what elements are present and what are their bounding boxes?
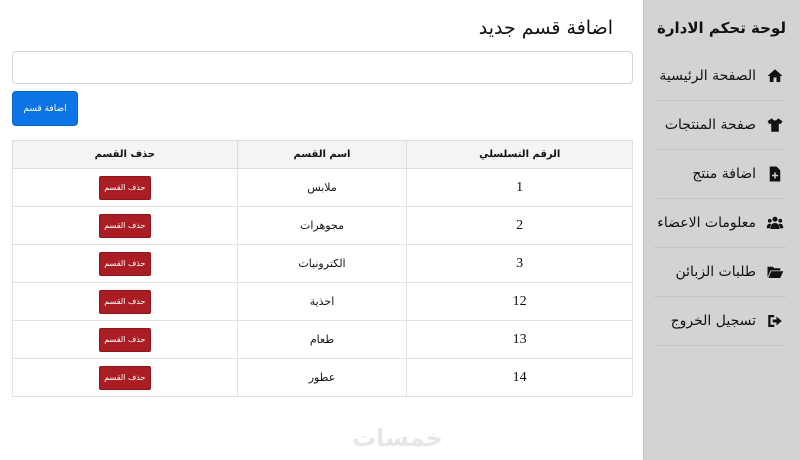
header-number: الرقم التسلسلي: [406, 140, 633, 169]
categories-table: حذف القسم اسم القسم الرقم التسلسلي حذف ا…: [12, 140, 633, 397]
page-title: اضافة قسم جديد: [478, 17, 613, 39]
users-icon: [764, 212, 786, 234]
category-name: ملابس: [236, 168, 408, 207]
delete-cell: حذف القسم: [12, 244, 238, 283]
category-name-input[interactable]: [12, 51, 633, 84]
category-name: الكترونيات: [236, 244, 408, 283]
main-content: اضافة قسم جديد اضافة قسم حذف القسم اسم ا…: [0, 0, 643, 460]
sidebar-item-members[interactable]: معلومات الاعضاء: [654, 199, 786, 248]
delete-category-button[interactable]: حذف القسم: [98, 213, 151, 238]
table-row: حذف القسم مجوهرات 2: [12, 206, 633, 245]
table-row: حذف القسم عطور 14: [12, 358, 633, 397]
sidebar-item-orders[interactable]: طلبات الزبائن: [654, 248, 786, 297]
sidebar-title: لوحة تحكم الادارة: [657, 19, 786, 37]
category-name: عطور: [236, 358, 408, 397]
sidebar-item-label: اضافة منتج: [692, 166, 756, 182]
sidebar-item-label: تسجيل الخروج: [670, 313, 756, 329]
table-header-row: حذف القسم اسم القسم الرقم التسلسلي: [12, 140, 633, 169]
sidebar-item-label: الصفحة الرئيسية: [659, 68, 756, 84]
delete-category-button[interactable]: حذف القسم: [98, 175, 151, 200]
delete-cell: حذف القسم: [12, 320, 238, 359]
category-number: 12: [406, 282, 633, 321]
sidebar-item-products[interactable]: صفحة المنتجات: [654, 101, 786, 150]
file-plus-icon: [764, 163, 786, 185]
category-name: مجوهرات: [236, 206, 408, 245]
category-number: 13: [406, 320, 633, 359]
delete-cell: حذف القسم: [12, 168, 238, 207]
delete-cell: حذف القسم: [12, 282, 238, 321]
category-name: طعام: [236, 320, 408, 359]
sidebar-item-home[interactable]: الصفحة الرئيسية: [654, 52, 786, 101]
table-row: حذف القسم الكترونيات 3: [12, 244, 633, 283]
folder-open-icon: [764, 261, 786, 283]
admin-sidebar: لوحة تحكم الادارة الصفحة الرئيسية صفحة ا…: [643, 0, 800, 460]
sign-out-icon: [764, 310, 786, 332]
delete-category-button[interactable]: حذف القسم: [98, 327, 151, 352]
sidebar-item-label: معلومات الاعضاء: [657, 215, 756, 231]
delete-category-button[interactable]: حذف القسم: [98, 251, 151, 276]
category-name: احذية: [236, 282, 408, 321]
shirt-icon: [764, 114, 786, 136]
delete-category-button[interactable]: حذف القسم: [98, 289, 151, 314]
sidebar-item-label: صفحة المنتجات: [664, 117, 756, 133]
sidebar-item-logout[interactable]: تسجيل الخروج: [654, 297, 786, 346]
sidebar-item-add-product[interactable]: اضافة منتج: [654, 150, 786, 199]
category-number: 14: [406, 358, 633, 397]
watermark-logo: خمسات: [352, 424, 443, 452]
table-row: حذف القسم طعام 13: [12, 320, 633, 359]
header-name: اسم القسم: [236, 140, 408, 169]
delete-cell: حذف القسم: [12, 206, 238, 245]
add-category-button[interactable]: اضافة قسم: [12, 91, 78, 126]
category-number: 3: [406, 244, 633, 283]
delete-cell: حذف القسم: [12, 358, 238, 397]
category-number: 1: [406, 168, 633, 207]
home-icon: [764, 65, 786, 87]
header-delete: حذف القسم: [12, 140, 238, 169]
delete-category-button[interactable]: حذف القسم: [98, 365, 151, 390]
sidebar-item-label: طلبات الزبائن: [675, 264, 757, 280]
table-row: حذف القسم احذية 12: [12, 282, 633, 321]
table-row: حذف القسم ملابس 1: [12, 168, 633, 207]
category-number: 2: [406, 206, 633, 245]
